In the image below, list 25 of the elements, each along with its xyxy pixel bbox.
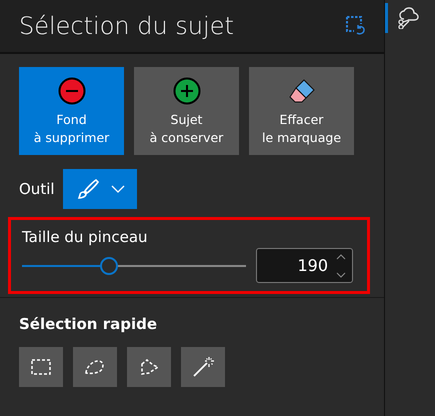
tool-label: Outil xyxy=(19,180,55,198)
brush-size-field[interactable]: 190 xyxy=(256,248,353,283)
selection-tool-button[interactable] xyxy=(73,347,117,387)
rectangle-select-icon xyxy=(30,358,52,376)
plus-circle-icon xyxy=(172,77,200,105)
slider-thumb[interactable] xyxy=(100,256,118,274)
lasso-select-icon xyxy=(84,358,106,376)
cloud-scissors-icon xyxy=(396,7,420,29)
spinner-arrows-icon[interactable] xyxy=(336,252,346,278)
magic-wand-icon xyxy=(192,356,214,378)
eraser-icon xyxy=(286,77,316,105)
brush-size-slider[interactable] xyxy=(22,256,246,274)
brush-tool-dropdown[interactable] xyxy=(62,169,137,209)
brush-size-label: Taille du pinceau xyxy=(22,228,149,246)
mode-button[interactable]: Effacer le marquage xyxy=(249,67,354,155)
chevron-down-icon xyxy=(110,185,125,193)
panel-title: Sélection du sujet xyxy=(19,12,234,40)
mode-button[interactable]: Fond à supprimer xyxy=(19,67,124,155)
section-title: Sélection rapide xyxy=(19,315,158,333)
selection-tool-button[interactable] xyxy=(181,347,225,387)
reset-selection-icon[interactable] xyxy=(346,16,366,36)
mode-button[interactable]: Sujet à conserver xyxy=(134,67,239,155)
selection-tool-button[interactable] xyxy=(127,347,171,387)
selection-tool-button[interactable] xyxy=(19,347,63,387)
minus-circle-icon xyxy=(58,77,86,105)
